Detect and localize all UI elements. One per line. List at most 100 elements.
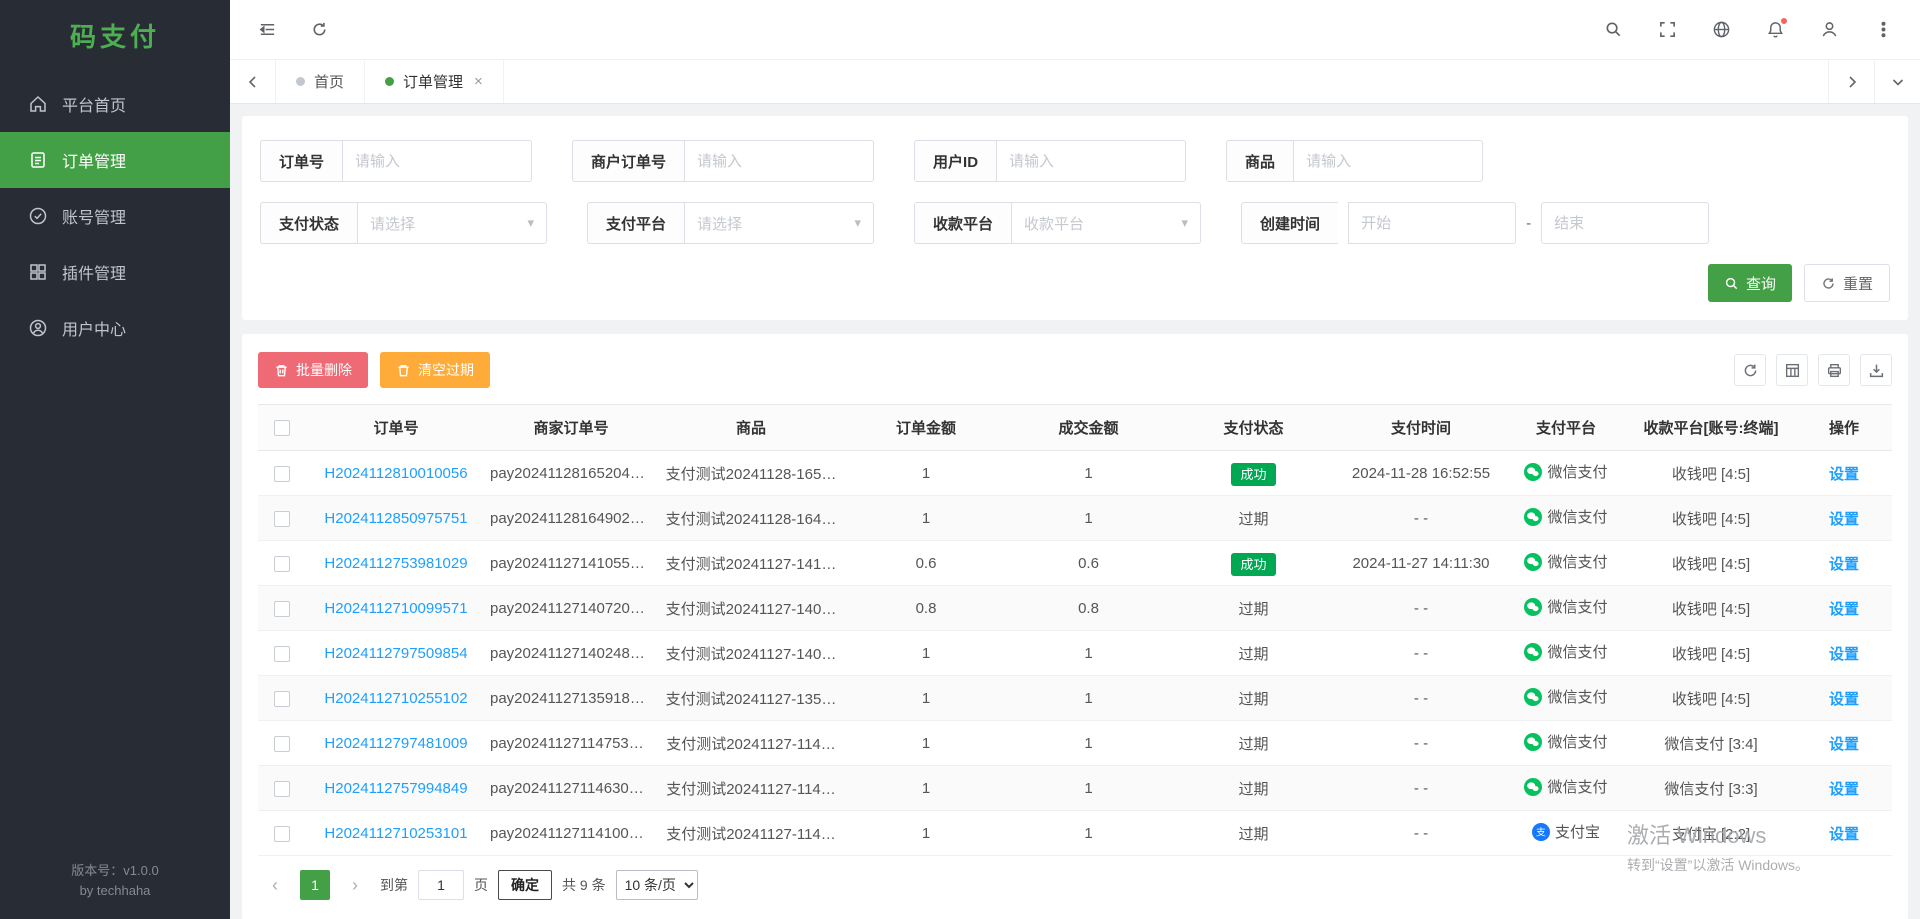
page-size-select[interactable]: 10 条/页 bbox=[616, 870, 698, 900]
reset-icon bbox=[1821, 276, 1836, 291]
order-amount-cell: 0.6 bbox=[846, 541, 1006, 586]
order-no-link[interactable]: H2024112710099571 bbox=[324, 600, 467, 617]
row-checkbox[interactable] bbox=[274, 736, 290, 752]
notifications-bell-icon[interactable] bbox=[1764, 19, 1786, 41]
col-pay-status: 支付状态 bbox=[1171, 405, 1336, 451]
tab-label: 首页 bbox=[314, 71, 344, 92]
reset-button-label: 重置 bbox=[1843, 273, 1873, 294]
order-no-input[interactable] bbox=[342, 140, 532, 182]
end-date-input[interactable] bbox=[1541, 202, 1709, 244]
merchant-no-input[interactable] bbox=[684, 140, 874, 182]
next-page-icon[interactable]: › bbox=[340, 870, 370, 900]
sidebar-item-accounts[interactable]: 账号管理 bbox=[0, 188, 230, 244]
row-settings-link[interactable]: 设置 bbox=[1829, 601, 1859, 618]
row-checkbox[interactable] bbox=[274, 646, 290, 662]
order-no-link[interactable]: H2024112810010056 bbox=[324, 465, 467, 482]
user-profile-icon[interactable] bbox=[1818, 19, 1840, 41]
wechat-pay-icon bbox=[1524, 733, 1542, 751]
receiver-cell: 收钱吧 [4:5] bbox=[1626, 496, 1796, 541]
product-cell: 支付测试20241128-165… bbox=[656, 451, 846, 496]
query-button[interactable]: 查询 bbox=[1708, 264, 1792, 302]
user-id-input[interactable] bbox=[996, 140, 1186, 182]
sidebar-item-home[interactable]: 平台首页 bbox=[0, 76, 230, 132]
receiver-cell: 收钱吧 [4:5] bbox=[1626, 586, 1796, 631]
col-pay-platform: 支付平台 bbox=[1506, 405, 1626, 451]
order-amount-cell: 1 bbox=[846, 496, 1006, 541]
total-count-label: 共 9 条 bbox=[562, 875, 606, 895]
sidebar-menu: 平台首页 订单管理 账号管理 插件管理 用户中心 bbox=[0, 76, 230, 356]
row-settings-link[interactable]: 设置 bbox=[1829, 646, 1859, 663]
recv-platform-select[interactable]: 收款平台 ▾ bbox=[1011, 202, 1201, 244]
row-checkbox[interactable] bbox=[274, 601, 290, 617]
row-settings-link[interactable]: 设置 bbox=[1829, 781, 1859, 798]
plugin-icon bbox=[28, 262, 48, 282]
pay-time-cell: 2024-11-28 16:52:55 bbox=[1336, 451, 1506, 496]
filter-label: 商品 bbox=[1226, 140, 1293, 182]
pay-platform-select[interactable]: 请选择 ▾ bbox=[684, 202, 874, 244]
tab-order-management[interactable]: 订单管理 × bbox=[365, 60, 504, 103]
table-header-row: 订单号 商家订单号 商品 订单金额 成交金额 支付状态 支付时间 支付平台 收款… bbox=[258, 405, 1892, 451]
paid-amount-cell: 0.8 bbox=[1006, 586, 1171, 631]
date-separator: - bbox=[1526, 215, 1531, 232]
table-columns-icon[interactable] bbox=[1776, 354, 1808, 386]
table-refresh-icon[interactable] bbox=[1734, 354, 1766, 386]
tab-dot-icon bbox=[385, 77, 394, 86]
row-settings-link[interactable]: 设置 bbox=[1829, 736, 1859, 753]
order-table-panel: 批量删除 清空过期 bbox=[242, 334, 1908, 919]
batch-delete-button[interactable]: 批量删除 bbox=[258, 352, 368, 388]
row-checkbox[interactable] bbox=[274, 781, 290, 797]
search-icon[interactable] bbox=[1602, 19, 1624, 41]
order-no-link[interactable]: H2024112797509854 bbox=[324, 645, 467, 662]
start-date-input[interactable] bbox=[1348, 202, 1516, 244]
confirm-page-button[interactable]: 确定 bbox=[498, 870, 552, 900]
language-globe-icon[interactable] bbox=[1710, 19, 1732, 41]
tab-home[interactable]: 首页 bbox=[276, 60, 365, 103]
more-menu-icon[interactable] bbox=[1872, 19, 1894, 41]
tab-scroll-left-icon[interactable] bbox=[230, 60, 276, 103]
row-checkbox[interactable] bbox=[274, 691, 290, 707]
prev-page-icon[interactable]: ‹ bbox=[260, 870, 290, 900]
col-order-no: 订单号 bbox=[306, 405, 486, 451]
row-settings-link[interactable]: 设置 bbox=[1829, 826, 1859, 843]
sidebar-item-plugins[interactable]: 插件管理 bbox=[0, 244, 230, 300]
fullscreen-icon[interactable] bbox=[1656, 19, 1678, 41]
tab-scroll-right-icon[interactable] bbox=[1828, 60, 1874, 103]
sidebar-item-orders[interactable]: 订单管理 bbox=[0, 132, 230, 188]
reset-button[interactable]: 重置 bbox=[1804, 264, 1890, 302]
notification-badge bbox=[1780, 17, 1788, 25]
filter-product: 商品 bbox=[1226, 140, 1483, 182]
order-no-link[interactable]: H2024112753981029 bbox=[324, 555, 467, 572]
sidebar-item-user-center[interactable]: 用户中心 bbox=[0, 300, 230, 356]
row-settings-link[interactable]: 设置 bbox=[1829, 511, 1859, 528]
wechat-pay-icon bbox=[1524, 508, 1542, 526]
refresh-page-icon[interactable] bbox=[308, 19, 330, 41]
select-all-checkbox[interactable] bbox=[274, 420, 290, 436]
row-settings-link[interactable]: 设置 bbox=[1829, 691, 1859, 708]
row-settings-link[interactable]: 设置 bbox=[1829, 466, 1859, 483]
row-checkbox[interactable] bbox=[274, 556, 290, 572]
tab-options-chevron-icon[interactable] bbox=[1874, 60, 1920, 103]
current-page-button[interactable]: 1 bbox=[300, 870, 330, 900]
order-no-link[interactable]: H2024112797481009 bbox=[324, 735, 467, 752]
print-icon[interactable] bbox=[1818, 354, 1850, 386]
paid-amount-cell: 1 bbox=[1006, 496, 1171, 541]
order-no-link[interactable]: H2024112757994849 bbox=[324, 780, 467, 797]
pay-time-cell: - - bbox=[1336, 811, 1506, 856]
tab-close-icon[interactable]: × bbox=[474, 73, 483, 90]
product-cell: 支付测试20241127-140… bbox=[656, 586, 846, 631]
page-jump-input[interactable] bbox=[418, 870, 464, 900]
clear-expired-button[interactable]: 清空过期 bbox=[380, 352, 490, 388]
table-row: H2024112753981029pay2024112714105583…支付测… bbox=[258, 541, 1892, 586]
order-amount-cell: 1 bbox=[846, 631, 1006, 676]
pay-status-select[interactable]: 请选择 ▾ bbox=[357, 202, 547, 244]
order-no-link[interactable]: H2024112710253101 bbox=[324, 825, 467, 842]
row-checkbox[interactable] bbox=[274, 466, 290, 482]
order-no-link[interactable]: H2024112710255102 bbox=[324, 690, 467, 707]
export-icon[interactable] bbox=[1860, 354, 1892, 386]
row-settings-link[interactable]: 设置 bbox=[1829, 556, 1859, 573]
collapse-sidebar-icon[interactable] bbox=[256, 19, 278, 41]
row-checkbox[interactable] bbox=[274, 511, 290, 527]
row-checkbox[interactable] bbox=[274, 826, 290, 842]
order-no-link[interactable]: H2024112850975751 bbox=[324, 510, 467, 527]
product-input[interactable] bbox=[1293, 140, 1483, 182]
